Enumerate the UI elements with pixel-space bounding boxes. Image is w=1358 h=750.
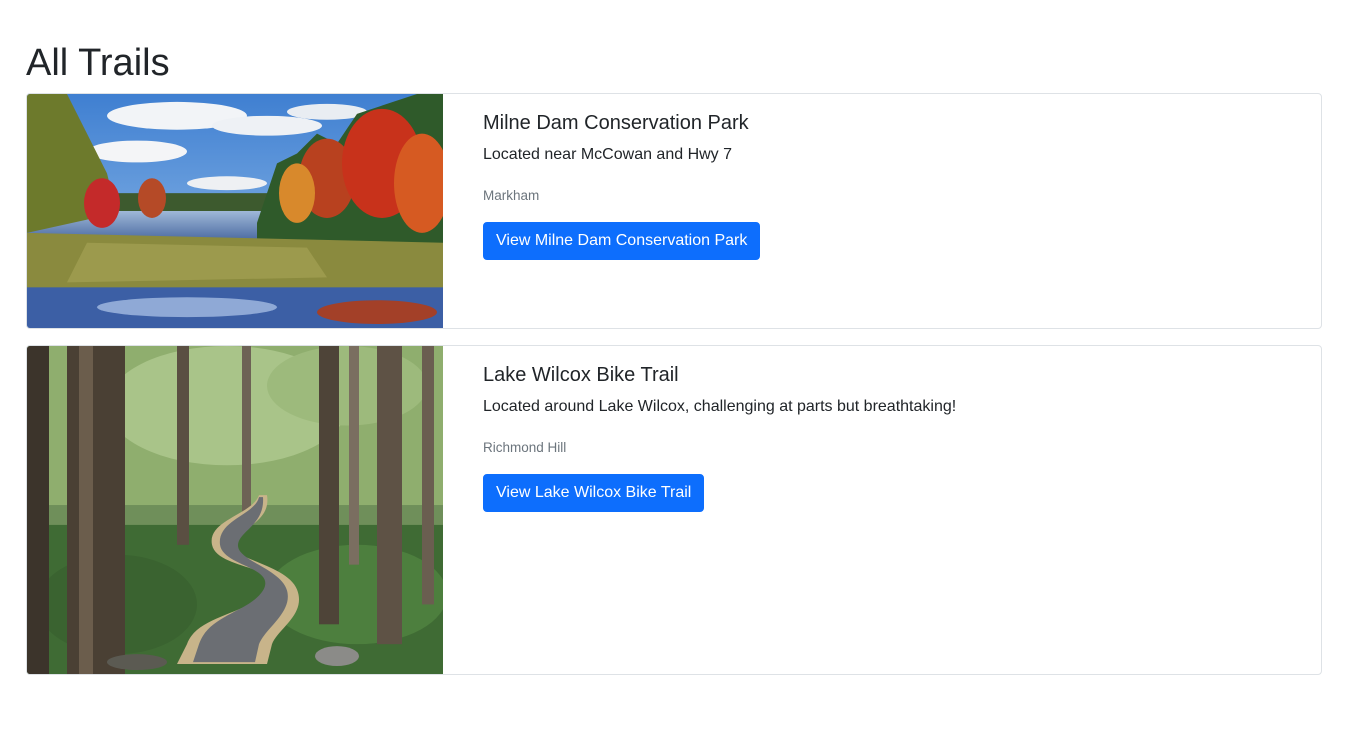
trail-title: Lake Wilcox Bike Trail — [483, 364, 679, 386]
trail-card: Milne Dam Conservation Park Located near… — [26, 93, 1322, 329]
trail-location: Markham — [483, 188, 540, 203]
trail-image — [27, 94, 443, 328]
page-title: All Trails — [26, 42, 170, 84]
trail-card: Lake Wilcox Bike Trail Located around La… — [26, 345, 1322, 675]
view-trail-button[interactable]: View Lake Wilcox Bike Trail — [483, 474, 705, 512]
trail-description: Located around Lake Wilcox, challenging … — [483, 398, 957, 415]
trail-image — [27, 346, 443, 674]
trail-title: Milne Dam Conservation Park — [483, 112, 749, 134]
trail-location: Richmond Hill — [483, 440, 567, 455]
trail-description: Located near McCowan and Hwy 7 — [483, 146, 733, 163]
forest-boardwalk-trail-photo — [27, 346, 443, 674]
autumn-lake-photo — [27, 94, 443, 328]
page: All Trails Milne Dam Conservation Park L… — [0, 0, 1358, 750]
view-trail-button[interactable]: View Milne Dam Conservation Park — [483, 222, 761, 260]
